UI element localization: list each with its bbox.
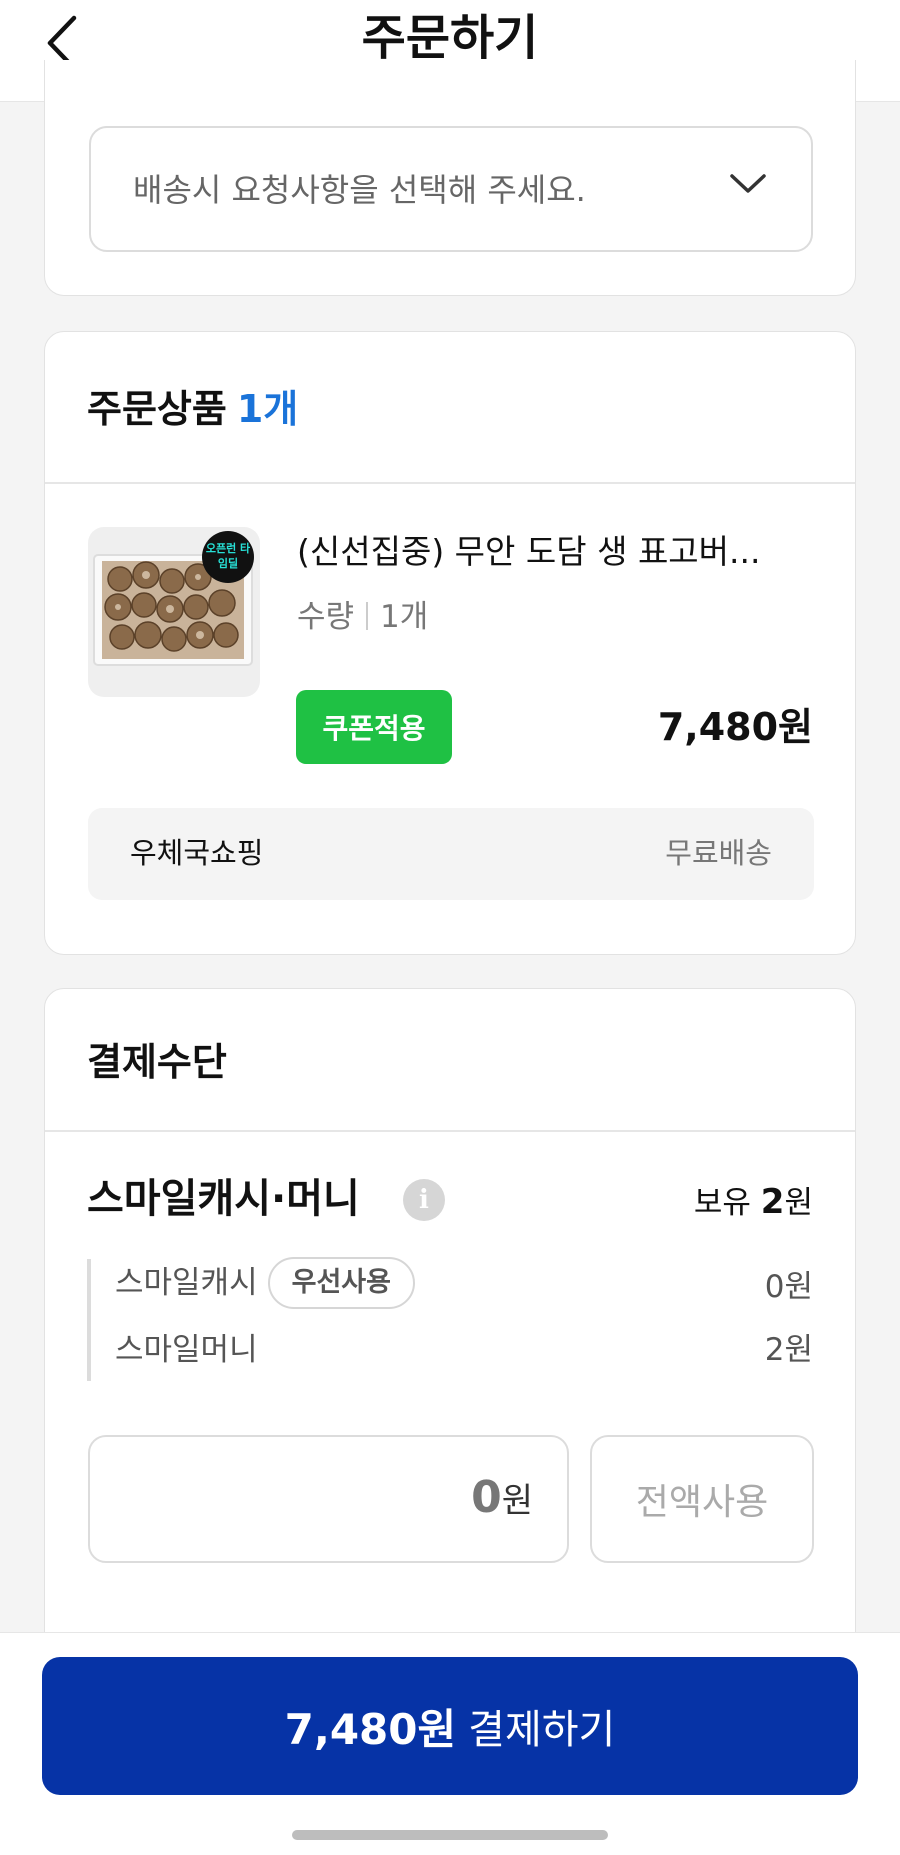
separator xyxy=(366,602,369,630)
smile-money-label: 스마일머니 xyxy=(115,1332,258,1368)
smile-cash-money-title: 스마일캐시·머니 xyxy=(87,1176,360,1222)
smile-cash-value: 0원 xyxy=(764,1269,813,1305)
order-products-title: 주문상품 xyxy=(87,387,227,431)
divider xyxy=(45,482,855,484)
product-thumb-badge: 오픈런 타임딜 xyxy=(205,542,251,570)
product-price: 7,480원 xyxy=(657,705,813,749)
holding-amount: 2 xyxy=(760,1182,785,1222)
page-title: 주문하기 xyxy=(361,10,539,66)
order-count: 1개 xyxy=(236,387,299,431)
info-icon[interactable]: i xyxy=(403,1179,445,1221)
delivery-request-placeholder: 배송시 요청사항을 선택해 주세요. xyxy=(133,171,586,209)
delivery-request-card: 배송시 요청사항을 선택해 주세요. xyxy=(44,60,856,296)
pay-label: 결제하기 xyxy=(468,1707,616,1753)
smile-money-value: 2원 xyxy=(764,1332,813,1368)
quantity-label: 수량 xyxy=(297,599,355,635)
priority-use-badge: 우선사용 xyxy=(267,1257,415,1309)
payment-method-title: 결제수단 xyxy=(87,1040,227,1084)
use-all-button[interactable]: 전액사용 xyxy=(590,1435,814,1563)
holding-unit: 원 xyxy=(784,1185,813,1221)
use-amount-number: 0 xyxy=(471,1472,502,1523)
use-amount-unit: 원 xyxy=(501,1481,533,1521)
holding-label: 보유 xyxy=(693,1185,751,1221)
seller-name: 우체국쇼핑 xyxy=(130,836,264,870)
smile-money-row: 스마일머니 xyxy=(115,1327,258,1373)
use-amount-input[interactable]: 0원 xyxy=(88,1435,569,1563)
coupon-apply-button[interactable]: 쿠폰적용 xyxy=(296,690,452,764)
delivery-request-select[interactable]: 배송시 요청사항을 선택해 주세요. xyxy=(89,126,813,252)
sub-list-bar xyxy=(87,1259,91,1381)
use-amount-value: 0원 xyxy=(471,1473,533,1526)
divider xyxy=(45,1130,855,1132)
quantity-value: 1개 xyxy=(380,599,429,635)
home-indicator xyxy=(292,1830,608,1840)
shipping-info: 무료배송 xyxy=(665,836,772,870)
product-thumbnail[interactable]: 오픈런 타임딜 xyxy=(88,527,260,697)
order-products-card: 주문상품 1개 오픈런 타임딜 (신선집중) 무안 도담 생 표고버... 수량 1… xyxy=(44,331,856,955)
order-products-heading: 주문상품 1개 xyxy=(87,384,298,434)
product-name[interactable]: (신선집중) 무안 도담 생 표고버... xyxy=(297,527,761,577)
holding-balance: 보유 2원 xyxy=(694,1179,813,1226)
pay-amount: 7,480원 xyxy=(284,1704,457,1754)
pay-button[interactable]: 7,480원 결제하기 xyxy=(42,1657,858,1795)
quantity-row: 수량 1개 xyxy=(297,594,428,640)
chevron-down-icon xyxy=(730,174,766,193)
seller-shipping-box: 우체국쇼핑 무료배송 xyxy=(88,808,814,900)
smile-cash-row: 스마일캐시 우선사용 xyxy=(115,1257,415,1309)
smile-cash-label: 스마일캐시 xyxy=(115,1265,258,1301)
bottom-bar: 7,480원 결제하기 xyxy=(0,1632,900,1855)
